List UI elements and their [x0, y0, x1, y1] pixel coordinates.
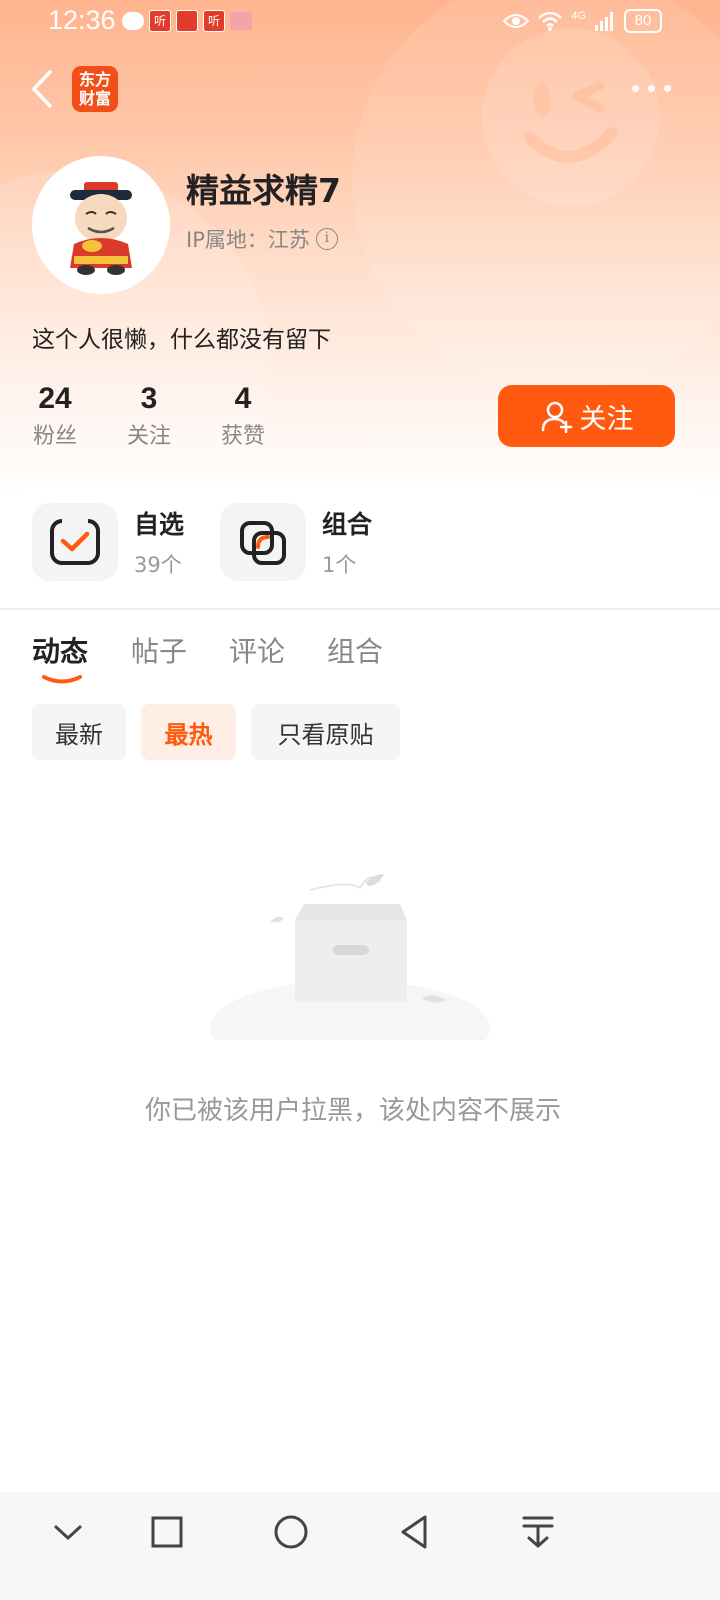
empty-state-message: 你已被该用户拉黑，该处内容不展示	[144, 1096, 561, 1126]
shortcut-portfolio[interactable]: 组合 1个	[220, 502, 372, 582]
info-icon[interactable]: i	[315, 228, 338, 250]
app-red-icon	[176, 10, 198, 32]
checkbox-icon	[32, 503, 118, 581]
download-icon[interactable]	[518, 1512, 558, 1552]
stat-fans[interactable]: 24 粉丝	[10, 382, 100, 450]
tab-posts[interactable]: 帖子	[131, 630, 187, 670]
status-time: 12:36	[48, 5, 116, 35]
stat-following[interactable]: 3 关注	[104, 382, 194, 450]
avatar[interactable]	[32, 156, 170, 294]
signal-icon	[595, 12, 613, 31]
tab-portfolio[interactable]: 组合	[327, 630, 383, 670]
add-user-icon	[541, 401, 572, 433]
overlap-squares-icon	[220, 503, 306, 581]
app-logo[interactable]: 东方财富	[72, 66, 118, 112]
eye-icon	[503, 14, 530, 28]
system-nav-bar	[0, 1492, 720, 1600]
stat-label: 粉丝	[32, 424, 77, 449]
shortcut-title: 组合	[322, 510, 373, 539]
follow-button-label: 关注	[579, 403, 634, 435]
chevron-down-icon[interactable]	[48, 1512, 88, 1552]
ip-location-row: IP属地：江苏 i	[186, 224, 338, 254]
dot	[648, 84, 655, 92]
square-icon[interactable]	[147, 1512, 187, 1552]
stat-label: 获赞	[220, 424, 265, 449]
more-options-button[interactable]	[632, 78, 674, 98]
dot	[664, 84, 671, 92]
app-pink-icon	[230, 12, 252, 30]
chevron-left-icon	[32, 70, 52, 108]
network-type: 4G	[571, 10, 586, 22]
app-ting-icon: 听	[149, 10, 171, 32]
battery-icon: 80	[624, 9, 662, 33]
bio-text: 这个人很懒，什么都没有留下	[32, 327, 331, 353]
stat-value: 24	[38, 382, 72, 415]
active-tab-indicator	[42, 675, 82, 684]
stat-label: 关注	[126, 424, 171, 449]
shortcut-watchlist[interactable]: 自选 39个	[32, 502, 184, 582]
empty-box-icon	[210, 874, 490, 1040]
app-ting-icon: 听	[203, 10, 225, 32]
shortcut-count: 1个	[322, 553, 357, 577]
stat-value: 4	[234, 382, 252, 415]
status-bar: 12:36 听 听 4G 80	[0, 0, 720, 46]
system-icons: 4G 80	[503, 9, 662, 33]
wifi-icon	[538, 11, 563, 31]
back-button[interactable]	[28, 68, 62, 110]
shortcut-count: 39个	[134, 553, 182, 577]
chat-bubble-icon	[122, 12, 144, 30]
filter-latest[interactable]: 最新	[32, 704, 126, 760]
ip-location-text: IP属地：江苏	[186, 228, 310, 252]
god-of-wealth-avatar-icon	[70, 182, 132, 275]
filter-original-only[interactable]: 只看原贴	[251, 704, 400, 760]
shortcut-title: 自选	[134, 510, 185, 539]
circle-icon[interactable]	[271, 1512, 311, 1552]
back-triangle-icon[interactable]	[395, 1512, 435, 1552]
stat-likes[interactable]: 4 获赞	[198, 382, 288, 450]
decor-smiley-icon	[482, 28, 660, 206]
dot	[632, 84, 639, 92]
username: 精益求精7	[186, 171, 341, 210]
follow-button[interactable]: 关注	[498, 385, 675, 447]
stat-value: 3	[140, 382, 158, 415]
tab-comments[interactable]: 评论	[229, 630, 285, 670]
filter-hottest[interactable]: 最热	[141, 704, 236, 760]
divider	[0, 608, 720, 610]
notification-icons: 听 听	[122, 10, 252, 32]
tab-dynamics[interactable]: 动态	[32, 630, 88, 670]
